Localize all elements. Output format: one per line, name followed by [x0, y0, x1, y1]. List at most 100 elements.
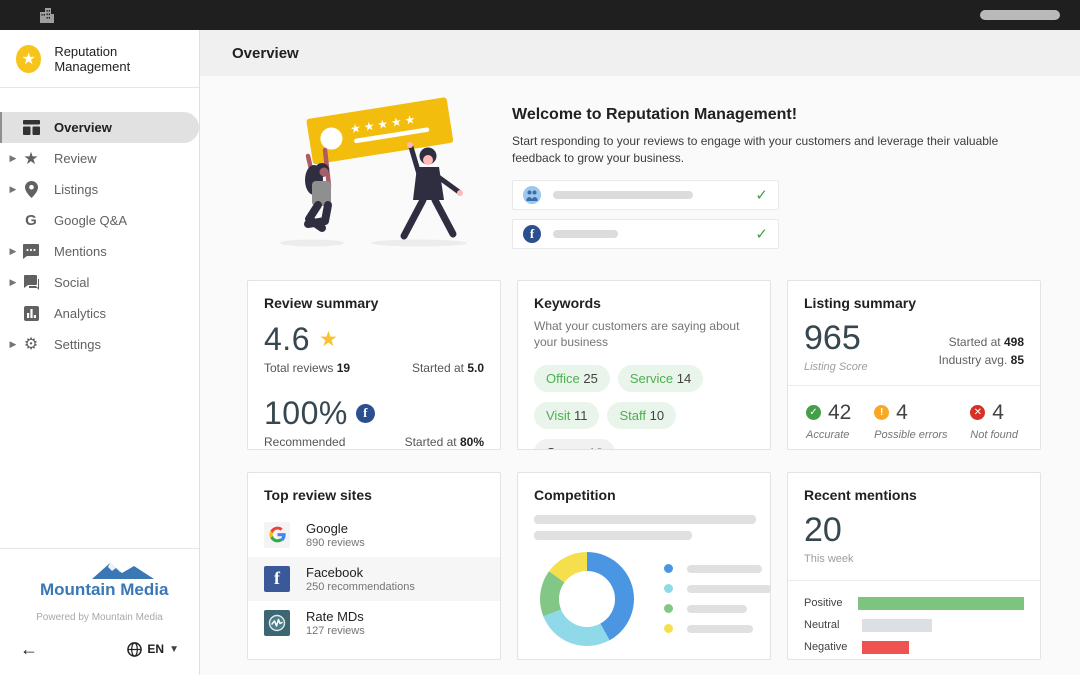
- legend-dot: [664, 564, 673, 573]
- recent-mentions-card: Recent mentions 20 This week Positive Ne…: [787, 472, 1041, 660]
- sidebar-item-mentions[interactable]: ▶ Mentions: [0, 236, 199, 267]
- keyword-chip[interactable]: Office 25: [534, 365, 610, 392]
- back-arrow-icon[interactable]: ←: [20, 639, 38, 660]
- expand-caret-icon[interactable]: ▶: [5, 246, 21, 257]
- sidebar-footer: Mountain Media Powered by Mountain Media…: [0, 548, 199, 675]
- sidebar-item-social[interactable]: ▶ Social: [0, 267, 199, 298]
- warning-circle-icon: !: [874, 405, 889, 420]
- keywords-subtitle: What your customers are saying about you…: [534, 318, 759, 350]
- sentiment-row-negative: Negative: [804, 641, 1024, 654]
- sidebar-item-label: Listings: [54, 182, 98, 197]
- sidebar-item-google-qa[interactable]: G Google Q&A: [0, 205, 199, 236]
- sidebar-item-label: Review: [54, 151, 97, 166]
- facebook-icon: f: [523, 225, 541, 243]
- brand-title: Reputation Management: [54, 44, 183, 74]
- bar-chart-icon: [21, 306, 41, 321]
- review-summary-card: Review summary 4.6 ★ Total reviews 19 St…: [247, 280, 501, 450]
- dashboard-icon: [21, 120, 41, 135]
- legend-placeholder-bar: [687, 605, 747, 613]
- sidebar-item-overview[interactable]: Overview: [0, 112, 199, 143]
- card-title: Recent mentions: [804, 487, 1024, 503]
- negative-bar: [862, 641, 909, 654]
- facebook-logo-icon: f: [264, 566, 290, 592]
- star-icon: ★: [319, 327, 338, 352]
- sidebar-item-label: Google Q&A: [54, 213, 127, 228]
- accurate-stat: ✓42 Accurate: [806, 401, 851, 441]
- google-logo-icon: [264, 522, 290, 548]
- listing-benchmarks: Started at 498 Industry avg. 85: [939, 319, 1024, 373]
- recommended-value: 100%: [264, 395, 348, 432]
- top-app-bar: [0, 0, 1080, 30]
- facebook-icon: f: [356, 404, 375, 423]
- globe-icon: [127, 642, 142, 657]
- site-row-facebook[interactable]: f Facebook 250 recommendations: [248, 557, 500, 601]
- expand-caret-icon[interactable]: ▶: [5, 277, 21, 288]
- expand-caret-icon[interactable]: ▶: [5, 153, 21, 164]
- keyword-chip[interactable]: Staff 10: [607, 402, 676, 429]
- task-row[interactable]: f ✓: [512, 219, 779, 249]
- star-icon: ★: [21, 150, 41, 167]
- placeholder-bar: [534, 531, 692, 540]
- onboarding-tasks: ✓ f ✓: [512, 180, 779, 249]
- language-code: EN: [147, 642, 164, 656]
- sidebar-item-analytics[interactable]: Analytics: [0, 298, 199, 329]
- sidebar-item-label: Overview: [54, 120, 112, 135]
- top-review-sites-card: Top review sites: [247, 472, 501, 660]
- language-selector[interactable]: EN ▼: [127, 642, 179, 657]
- card-title: Listing summary: [804, 295, 1024, 311]
- building-icon[interactable]: [38, 7, 56, 23]
- donut-legend: [664, 553, 771, 644]
- welcome-section: ★★★★★: [267, 94, 1041, 258]
- ratemds-icon: [523, 186, 541, 204]
- page-header: Overview: [200, 30, 1080, 76]
- sidebar-item-settings[interactable]: ▶ ⚙ Settings: [0, 329, 199, 360]
- card-title: Review summary: [264, 295, 484, 311]
- site-row-google[interactable]: Google 890 reviews: [248, 513, 500, 557]
- account-placeholder[interactable]: [980, 10, 1060, 20]
- welcome-title: Welcome to Reputation Management!: [512, 106, 1017, 124]
- sidebar-item-listings[interactable]: ▶ Listings: [0, 174, 199, 205]
- card-title: Top review sites: [264, 487, 484, 503]
- error-circle-icon: ✕: [970, 405, 985, 420]
- total-reviews: Total reviews 19: [264, 361, 350, 375]
- legend-placeholder-bar: [687, 565, 762, 573]
- page-title: Overview: [232, 45, 299, 62]
- site-row-ratemds[interactable]: Rate MDs 127 reviews: [248, 601, 500, 645]
- location-pin-icon: [21, 181, 41, 198]
- welcome-subtitle: Start responding to your reviews to enga…: [512, 133, 1017, 168]
- legend-dot: [664, 604, 673, 613]
- legend-placeholder-bar: [687, 625, 753, 633]
- task-placeholder-bar: [553, 230, 618, 238]
- check-circle-icon: ✓: [806, 405, 821, 420]
- sidebar-item-label: Analytics: [54, 306, 106, 321]
- keyword-chip[interactable]: Queue 10: [534, 439, 615, 450]
- expand-caret-icon[interactable]: ▶: [5, 184, 21, 195]
- ratemds-logo-icon: [264, 610, 290, 636]
- not-found-stat: ✕4 Not found: [970, 401, 1018, 441]
- rating-value: 4.6: [264, 321, 310, 358]
- svg-text:Mountain Media: Mountain Media: [40, 580, 169, 599]
- listing-score-value: 965: [804, 319, 868, 358]
- sidebar-item-label: Social: [54, 275, 89, 290]
- sidebar-item-review[interactable]: ▶ ★ Review: [0, 143, 199, 174]
- check-icon: ✓: [755, 225, 768, 243]
- competition-card: Competition: [517, 472, 771, 660]
- started-at: Started at 5.0: [412, 361, 484, 375]
- keyword-chip[interactable]: Visit 11: [534, 402, 599, 429]
- google-g-icon: G: [21, 212, 41, 229]
- mentions-count: 20: [804, 511, 1024, 550]
- expand-caret-icon[interactable]: ▶: [5, 339, 21, 350]
- brand: ★ Reputation Management: [0, 30, 199, 88]
- legend-dot: [664, 624, 673, 633]
- task-placeholder-bar: [553, 191, 693, 199]
- placeholder-bar: [534, 515, 756, 524]
- powered-by-text: Powered by Mountain Media: [0, 612, 199, 623]
- chat-bubble-icon: [21, 244, 41, 259]
- sidebar: ★ Reputation Management Overview ▶ ★ Rev…: [0, 30, 200, 675]
- task-row[interactable]: ✓: [512, 180, 779, 210]
- welcome-illustration: ★★★★★: [267, 94, 487, 249]
- keyword-chip[interactable]: Service 14: [618, 365, 703, 392]
- listing-summary-card: Listing summary 965 Listing Score Starte…: [787, 280, 1041, 450]
- card-title: Competition: [534, 487, 754, 503]
- chevron-down-icon: ▼: [169, 644, 179, 655]
